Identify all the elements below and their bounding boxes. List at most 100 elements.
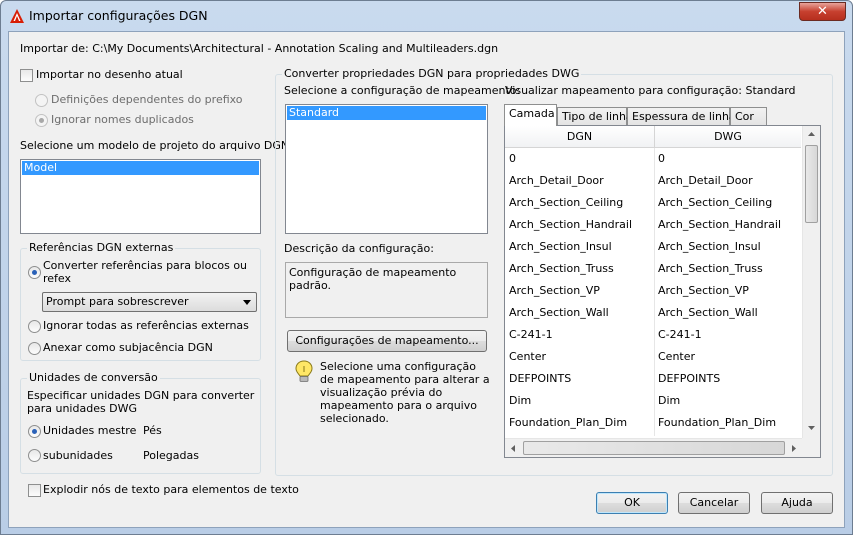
mapping-setups-button[interactable]: Configurações de mapeamento... (287, 330, 487, 352)
cell-dgn: 0 (509, 152, 516, 165)
setup-description-label: Descrição da configuração: (284, 242, 434, 255)
horizontal-scrollbar[interactable] (505, 438, 802, 457)
mapping-preview-grid[interactable]: DGN DWG 0 0 Arch_Detail_Door Arch_Detail_Do… (504, 125, 821, 458)
design-model-label: Selecione um modelo de projeto do arquiv… (20, 139, 293, 152)
cell-dgn: Arch_Section_Handrail (509, 218, 633, 231)
table-row[interactable]: Arch_Section_VP Arch_Section_VP (505, 280, 801, 302)
close-button[interactable]: ✕ (799, 2, 846, 21)
ignore-duplicates-label: Ignorar nomes duplicados (51, 113, 194, 126)
mapping-setup-item[interactable]: Standard (287, 106, 486, 120)
column-header-dgn[interactable]: DGN (505, 126, 654, 148)
scroll-corner (802, 438, 820, 457)
tab-linetype[interactable]: Tipo de linha (557, 107, 633, 126)
cell-dwg: Arch_Section_Handrail (658, 218, 782, 231)
ok-button-label: OK (624, 496, 640, 509)
explode-text-label[interactable]: Explodir nós de texto para elementos de … (43, 483, 299, 496)
dialog-body: Importar de: C:\My Documents\Architectur… (8, 31, 845, 528)
cancel-button-label: Cancelar (689, 496, 739, 509)
table-row[interactable]: Dim Dim (505, 390, 801, 412)
tab-lineweight[interactable]: Espessura de linha (627, 107, 736, 126)
table-row[interactable]: Arch_Section_Ceiling Arch_Section_Ceiling (505, 192, 801, 214)
table-row[interactable]: Arch_Section_Insul Arch_Section_Insul (505, 236, 801, 258)
cell-dwg: Arch_Section_Wall (658, 306, 758, 319)
preview-mapping-label: Visualizar mapeamento para configuração:… (505, 84, 796, 97)
table-row[interactable]: Arch_Section_Wall Arch_Section_Wall (505, 302, 801, 324)
import-current-drawing-label[interactable]: Importar no desenho atual (36, 68, 183, 81)
cancel-button[interactable]: Cancelar (678, 492, 750, 514)
master-units-value: Pés (143, 424, 162, 437)
close-icon: ✕ (817, 4, 828, 19)
tab-lineweight-label: Espessura de linha (632, 110, 736, 123)
chevron-down-icon (243, 300, 251, 305)
units-group-title: Unidades de conversão (27, 371, 160, 384)
cell-dwg: Center (658, 350, 696, 363)
xref-convert-radio[interactable] (28, 266, 41, 279)
cell-dwg: Arch_Section_Ceiling (658, 196, 773, 209)
window-title: Importar configurações DGN (29, 8, 208, 23)
xref-attach-radio[interactable] (28, 342, 41, 355)
horizontal-scroll-thumb[interactable] (523, 441, 785, 455)
xref-ignore-label: Ignorar todas as referências externas (43, 319, 249, 332)
scroll-down-icon[interactable] (808, 426, 815, 430)
table-row[interactable]: Foundation_Plan_Dim Foundation_Plan_Dim (505, 412, 801, 434)
table-row[interactable]: DEFPOINTS DEFPOINTS (505, 368, 801, 390)
table-row[interactable]: C-241-1 C-241-1 (505, 324, 801, 346)
title-bar[interactable]: Importar configurações DGN ✕ (1, 1, 852, 31)
tab-linetype-label: Tipo de linha (562, 110, 633, 123)
table-row[interactable]: 00 (505, 148, 801, 170)
setup-description-box: Configuração de mapeamento padrão. (285, 262, 488, 318)
cell-dgn: Arch_Detail_Door (509, 174, 604, 187)
xref-convert-label: Converter referências para blocos ou ref… (43, 259, 248, 285)
ok-button[interactable]: OK (596, 492, 668, 514)
vertical-scroll-thumb[interactable] (805, 145, 818, 223)
prefix-dependent-radio[interactable] (35, 94, 48, 107)
mapping-setup-label: Selecione a configuração de mapeamento: (284, 84, 521, 97)
cell-dgn: Arch_Section_Truss (509, 262, 614, 275)
table-row[interactable]: Center Center (505, 346, 801, 368)
master-units-radio[interactable] (28, 425, 41, 438)
ignore-duplicates-radio[interactable] (35, 114, 48, 127)
scroll-right-icon[interactable] (792, 445, 796, 452)
cell-dgn: Center (509, 350, 547, 363)
table-row[interactable]: Arch_Section_Truss Arch_Section_Truss (505, 258, 801, 280)
prefix-dependent-label: Definições dependentes do prefixo (51, 93, 243, 106)
xref-option-select[interactable]: Prompt para sobrescrever (42, 292, 257, 312)
column-header-dwg[interactable]: DWG (654, 126, 801, 148)
import-current-drawing-checkbox[interactable] (20, 69, 33, 82)
cell-dwg: DEFPOINTS (658, 372, 721, 385)
grid-header: DGN DWG (505, 126, 801, 148)
tab-color[interactable]: Cor (730, 107, 767, 126)
tab-layer[interactable]: Camada (504, 104, 557, 126)
design-model-list[interactable]: Model (20, 159, 261, 234)
cell-dwg: Arch_Section_Insul (658, 240, 761, 253)
scroll-left-icon[interactable] (511, 445, 515, 452)
cell-dwg: Arch_Section_Truss (658, 262, 763, 275)
lightbulb-icon (295, 360, 313, 382)
sub-units-label: subunidades (43, 449, 113, 462)
dialog-window: Importar configurações DGN ✕ Importar de… (0, 0, 853, 535)
mapping-setup-list[interactable]: Standard (285, 104, 488, 234)
cell-dwg: Dim (658, 394, 681, 407)
scroll-up-icon[interactable] (808, 132, 815, 136)
sub-units-radio[interactable] (28, 449, 41, 462)
tab-color-label: Cor (735, 110, 754, 123)
cell-dwg: Arch_Section_VP (658, 284, 749, 297)
cell-dgn: DEFPOINTS (509, 372, 572, 385)
cell-dgn: Arch_Section_VP (509, 284, 600, 297)
cell-dgn: Arch_Section_Ceiling (509, 196, 624, 209)
explode-text-checkbox[interactable] (28, 484, 41, 497)
design-model-item[interactable]: Model (22, 161, 259, 175)
help-button[interactable]: Ajuda (761, 492, 833, 514)
autocad-logo-icon (10, 9, 24, 23)
help-button-label: Ajuda (781, 496, 813, 509)
xref-ignore-radio[interactable] (28, 320, 41, 333)
mapping-setups-button-label: Configurações de mapeamento... (295, 334, 479, 347)
table-row[interactable]: Arch_Detail_Door Arch_Detail_Door (505, 170, 801, 192)
mapping-group-title: Converter propriedades DGN para propried… (282, 67, 582, 80)
mapping-hint-text: Selecione uma configuração de mapeamento… (320, 360, 490, 425)
master-units-label: Unidades mestre (43, 424, 137, 437)
table-row[interactable]: Arch_Section_Handrail Arch_Section_Handra… (505, 214, 801, 236)
vertical-scrollbar[interactable] (802, 126, 820, 438)
import-source-path: Importar de: C:\My Documents\Architectur… (20, 42, 499, 55)
cell-dwg: 0 (658, 152, 665, 165)
